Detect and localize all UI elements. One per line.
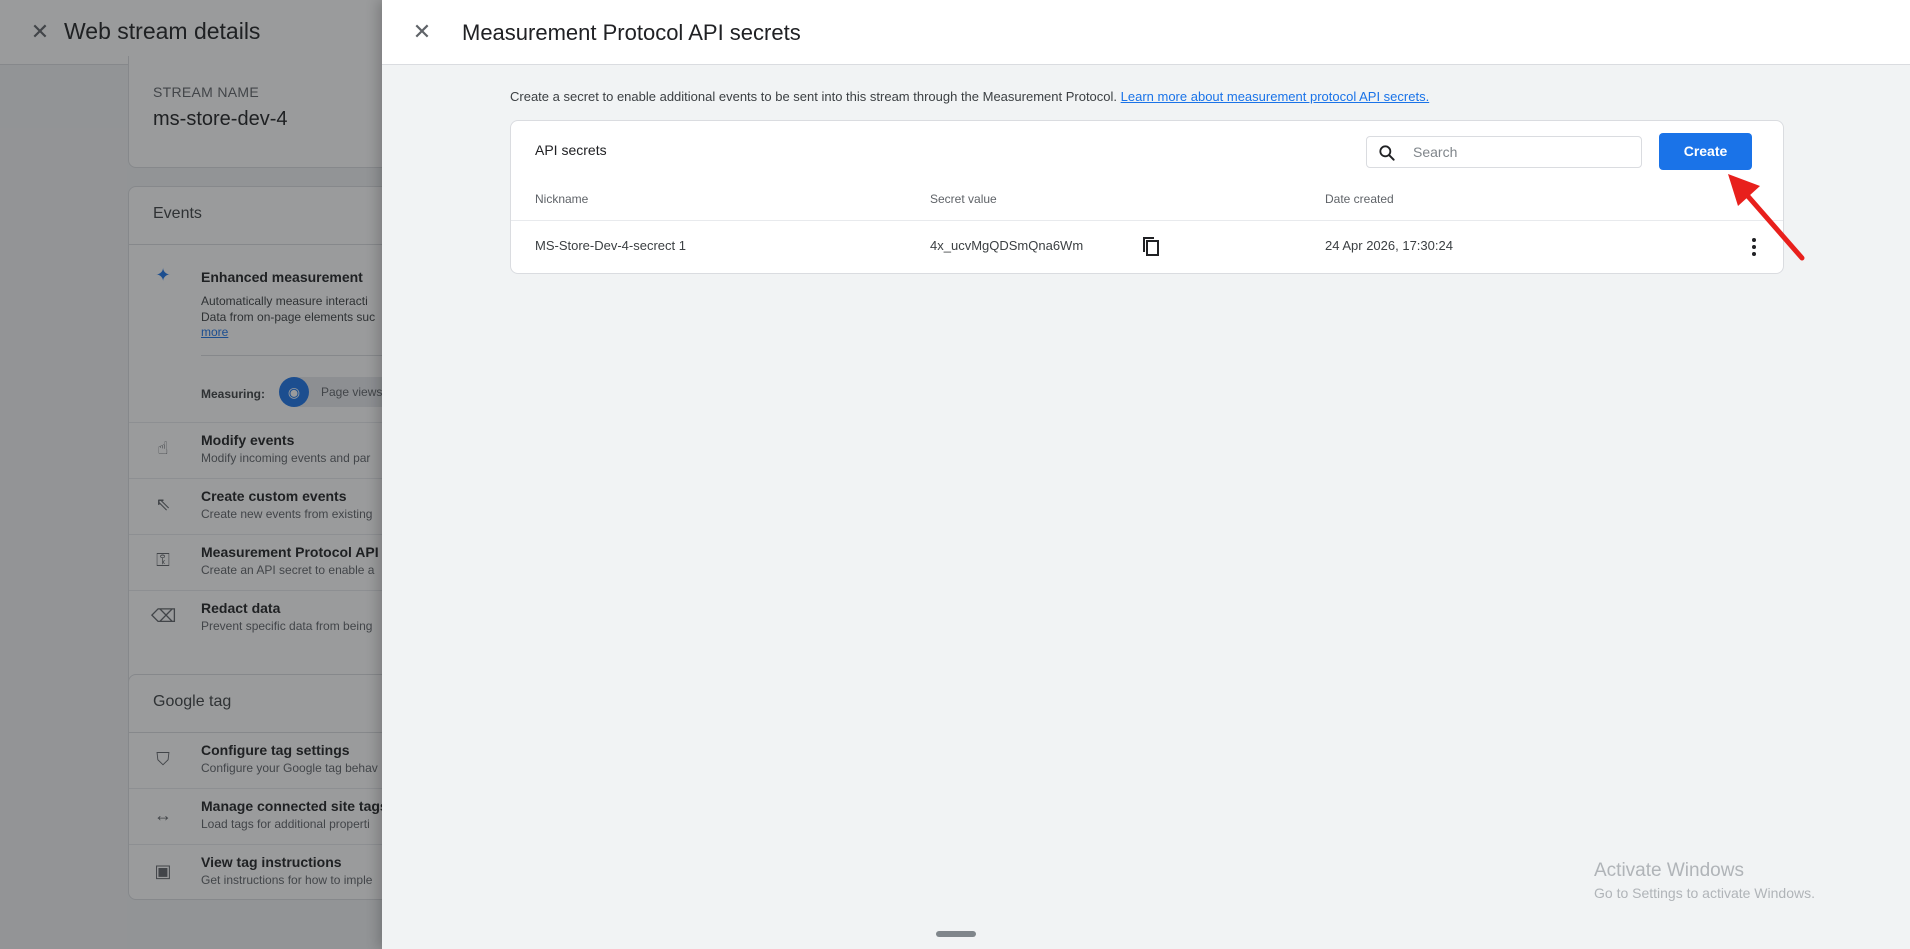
copy-icon[interactable] [1139,235,1163,259]
close-icon[interactable]: ✕ [410,20,434,44]
column-header-date[interactable]: Date created [1325,192,1394,206]
search-box[interactable] [1366,136,1642,168]
column-header-secret[interactable]: Secret value [930,192,997,206]
drag-handle[interactable] [936,931,976,937]
learn-more-link[interactable]: Learn more about measurement protocol AP… [1121,89,1430,104]
cell-nickname: MS-Store-Dev-4-secrect 1 [535,238,686,253]
column-header-nickname[interactable]: Nickname [535,192,588,206]
header-divider [511,220,1783,221]
search-icon [1379,145,1395,161]
intro-text: Create a secret to enable additional eve… [510,89,1429,104]
create-button[interactable]: Create [1659,133,1752,170]
api-secrets-title: API secrets [535,142,607,158]
intro-description: Create a secret to enable additional eve… [510,89,1118,104]
red-arrow-annotation [1728,174,1805,261]
search-input[interactable] [1413,141,1633,163]
api-secrets-card: API secrets Create Nickname Secret value… [510,120,1784,274]
panel-title: Measurement Protocol API secrets [462,20,801,45]
activate-windows-title: Activate Windows [1594,860,1744,881]
panel-header: ✕ Measurement Protocol API secrets [382,0,1910,65]
cell-secret: 4x_ucvMgQDSmQna6Wm [930,238,1084,253]
cell-date: 24 Apr 2026, 17:30:24 [1325,238,1453,253]
api-secrets-panel: ✕ Measurement Protocol API secrets Creat… [382,0,1910,949]
activate-windows-subtitle: Go to Settings to activate Windows. [1594,885,1815,901]
